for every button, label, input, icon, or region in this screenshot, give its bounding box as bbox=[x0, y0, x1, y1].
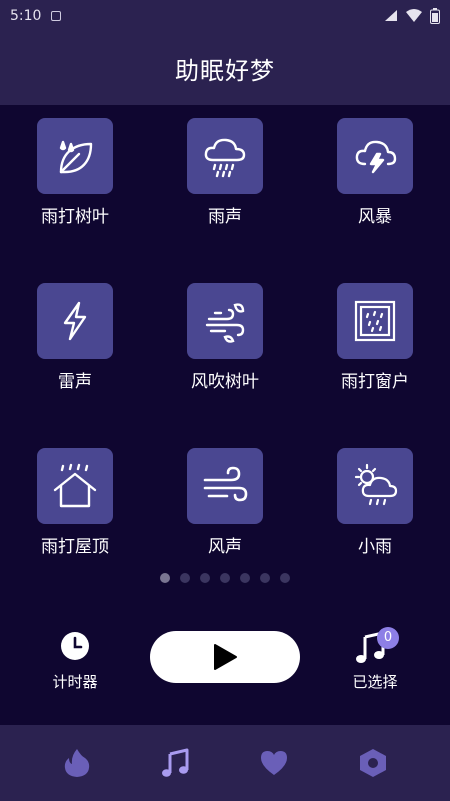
selected-sounds-button[interactable]: 0 已选择 bbox=[340, 627, 410, 692]
sound-label: 风声 bbox=[208, 537, 242, 557]
sound-label: 风吹树叶 bbox=[191, 372, 259, 392]
wind-icon bbox=[203, 466, 248, 502]
sound-tile-rain-leaf[interactable]: 雨打树叶 bbox=[20, 118, 130, 227]
rain-cloud-icon bbox=[204, 138, 246, 178]
sound-tile-rain-roof[interactable]: 雨打屋顶 bbox=[20, 448, 130, 557]
wifi-icon bbox=[406, 9, 422, 22]
selected-label: 已选择 bbox=[352, 673, 398, 691]
sound-tile-icon-box bbox=[337, 448, 413, 524]
sound-label: 风暴 bbox=[358, 207, 392, 227]
status-icons bbox=[384, 8, 440, 24]
page-dot[interactable] bbox=[280, 573, 290, 583]
sound-tile-icon-box bbox=[37, 448, 113, 524]
clock-icon bbox=[61, 632, 89, 660]
sound-label: 雨声 bbox=[208, 207, 242, 227]
bottom-nav bbox=[0, 725, 450, 801]
page-dot[interactable] bbox=[180, 573, 190, 583]
page-dot[interactable] bbox=[160, 573, 170, 583]
status-bar: 5:10 bbox=[0, 0, 450, 32]
sound-tile-icon-box bbox=[337, 283, 413, 359]
notification-icon bbox=[51, 11, 62, 21]
timer-button[interactable]: 计时器 bbox=[40, 631, 110, 692]
sound-tile-wind[interactable]: 风声 bbox=[170, 448, 280, 557]
sound-label: 雨打树叶 bbox=[41, 207, 109, 227]
status-time: 5:10 bbox=[10, 8, 42, 24]
sound-tile-icon-box bbox=[187, 448, 263, 524]
signal-icon bbox=[385, 10, 397, 21]
app-header: 助眠好梦 bbox=[0, 32, 450, 105]
sound-tile-icon-box bbox=[37, 283, 113, 359]
nav-tab-music[interactable] bbox=[156, 743, 196, 783]
sound-label: 雨打屋顶 bbox=[41, 537, 109, 557]
sound-label: 雨打窗户 bbox=[341, 372, 409, 392]
sound-tile-rain[interactable]: 雨声 bbox=[170, 118, 280, 227]
sound-tile-light-rain[interactable]: 小雨 bbox=[320, 448, 430, 557]
sound-tile-rain-window[interactable]: 雨打窗户 bbox=[320, 283, 430, 392]
sound-tile-thunder[interactable]: 雷声 bbox=[20, 283, 130, 392]
sun-rain-icon bbox=[354, 463, 398, 506]
sound-label: 小雨 bbox=[358, 537, 392, 557]
sound-tile-icon-box bbox=[187, 118, 263, 194]
nav-tab-fire[interactable] bbox=[57, 743, 97, 783]
page-dot[interactable] bbox=[200, 573, 210, 583]
rain-leaf-icon bbox=[59, 140, 93, 174]
page-dot[interactable] bbox=[260, 573, 270, 583]
page-dot[interactable] bbox=[240, 573, 250, 583]
selected-count-badge: 0 bbox=[377, 627, 399, 649]
nav-tab-settings[interactable] bbox=[353, 743, 393, 783]
sound-tile-storm[interactable]: 风暴 bbox=[320, 118, 430, 227]
settings-hex-icon bbox=[359, 749, 386, 777]
timer-label: 计时器 bbox=[52, 673, 98, 691]
battery-icon bbox=[430, 8, 440, 24]
play-icon bbox=[214, 644, 237, 670]
lightning-icon bbox=[63, 301, 87, 341]
page-indicator bbox=[0, 573, 450, 583]
sound-tile-icon-box bbox=[187, 283, 263, 359]
rain-window-icon bbox=[354, 300, 396, 342]
heart-icon bbox=[261, 751, 288, 775]
sound-tile-icon-box bbox=[337, 118, 413, 194]
storm-cloud-icon bbox=[355, 140, 397, 174]
play-button[interactable] bbox=[150, 631, 300, 683]
fire-icon bbox=[65, 749, 90, 777]
sound-tile-wind-leaf[interactable]: 风吹树叶 bbox=[170, 283, 280, 392]
rain-roof-icon bbox=[53, 463, 97, 508]
sound-tile-icon-box bbox=[37, 118, 113, 194]
music-note-icon bbox=[161, 748, 189, 777]
nav-tab-favorites[interactable] bbox=[254, 743, 294, 783]
player-controls: 计时器 0 已选择 bbox=[0, 625, 450, 695]
page-dot[interactable] bbox=[220, 573, 230, 583]
sound-label: 雷声 bbox=[58, 372, 92, 392]
wind-leaf-icon bbox=[205, 303, 245, 343]
page-title: 助眠好梦 bbox=[175, 57, 275, 85]
